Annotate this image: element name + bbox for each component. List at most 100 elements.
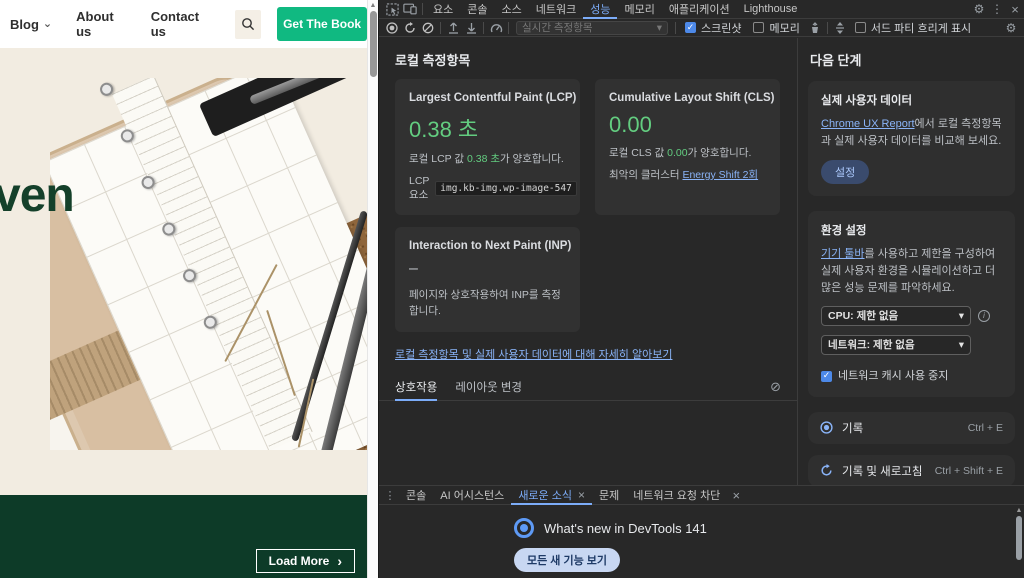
collect-garbage-icon[interactable] [806, 20, 824, 36]
hero-headline-fragment: ven [0, 168, 74, 223]
cls-cluster-link[interactable]: Energy Shift 2회 [682, 169, 758, 181]
devtools-drawer: ⋮ 콘솔 AI 어시스턴스 새로운 소식 × 문제 네트워크 요청 차단 × W… [379, 485, 1024, 578]
record-icon[interactable] [383, 20, 401, 36]
tab-interactions[interactable]: 상호작용 [395, 374, 437, 401]
environment-title: 환경 설정 [821, 223, 1002, 241]
nav-contact-label: Contact us [151, 9, 211, 39]
scroll-up-icon[interactable]: ▲ [1013, 505, 1024, 514]
network-throttle-value: 네트워크: 제한 없음 [828, 337, 915, 353]
next-steps-sidebar: 다음 단계 실제 사용자 데이터 Chrome UX Report에서 로컬 측… [797, 38, 1024, 485]
clear-icon[interactable] [419, 20, 437, 36]
record-button[interactable]: 기록 Ctrl + E [808, 412, 1015, 444]
record-reload-label: 기록 및 새로고침 [842, 463, 922, 479]
kebab-menu-icon[interactable]: ⋮ [988, 1, 1006, 17]
nav-about-label: About us [76, 9, 127, 39]
crux-link[interactable]: Chrome UX Report [821, 118, 915, 130]
inp-title: Interaction to Next Paint (INP) [409, 240, 566, 252]
drawer-tab-whats-new[interactable]: 새로운 소식 × [511, 486, 592, 505]
checkbox-checked-icon[interactable]: ✓ [821, 371, 832, 382]
whats-new-panel: What's new in DevTools 141 모든 새 기능 보기 ▲ [379, 505, 1024, 578]
drawer-tab-issues[interactable]: 문제 [592, 486, 626, 505]
tab-layout-shifts[interactable]: 레이아웃 변경 [455, 374, 522, 401]
checkbox-unchecked-icon[interactable] [855, 22, 866, 33]
disable-cache-checkbox[interactable]: ✓ 네트워크 캐시 사용 중지 [821, 368, 1002, 385]
clear-log-icon[interactable]: ⊘ [770, 379, 781, 395]
network-throttle-select[interactable]: 네트워크: 제한 없음 ▾ [821, 335, 971, 355]
close-drawer-icon[interactable]: × [727, 487, 745, 503]
record-label: 기록 [842, 420, 863, 436]
close-devtools-icon[interactable]: × [1006, 1, 1024, 17]
drawer-tab-network-blocking[interactable]: 네트워크 요청 차단 [626, 486, 727, 505]
inp-description: 페이지와 상호작용하여 INP를 측정합니다. [409, 288, 566, 320]
checkbox-checked-icon[interactable]: ✓ [685, 22, 696, 33]
search-button[interactable] [235, 10, 261, 39]
disable-cache-label: 네트워크 캐시 사용 중지 [838, 368, 948, 385]
field-data-card: 실제 사용자 데이터 Chrome UX Report에서 로컬 측정항목과 실… [808, 81, 1015, 196]
screenshots-checkbox[interactable]: ✓ 스크린샷 [685, 20, 741, 36]
learn-more-link[interactable]: 로컬 측정항목 및 실제 사용자 데이터에 대해 자세히 알아보기 [379, 332, 797, 362]
nav-item-blog[interactable]: Blog ⌄ [10, 17, 52, 32]
get-the-book-button[interactable]: Get The Book [277, 7, 367, 41]
devtools-panel: 요소 콘솔 소스 네트워크 성능 메모리 애플리케이션 Lighthouse ⚙… [378, 0, 1024, 578]
cpu-throttle-value: CPU: 제한 없음 [828, 308, 898, 324]
see-all-features-button[interactable]: 모든 새 기능 보기 [514, 548, 620, 572]
scroll-up-icon[interactable]: ▲ [368, 0, 378, 9]
device-toolbar-link[interactable]: 기기 툴바 [821, 248, 865, 260]
tab-lighthouse[interactable]: Lighthouse [737, 0, 805, 19]
inp-card: Interaction to Next Paint (INP) – 페이지와 상… [395, 227, 580, 333]
panel-settings-gear-icon[interactable]: ⚙ [1002, 20, 1020, 36]
memory-checkbox[interactable]: 메모리 [753, 20, 799, 36]
save-profile-icon[interactable] [462, 20, 480, 36]
device-toolbar-icon[interactable] [401, 1, 419, 17]
record-reload-icon[interactable] [401, 20, 419, 36]
drawer-tabbar: ⋮ 콘솔 AI 어시스턴스 새로운 소식 × 문제 네트워크 요청 차단 × [379, 486, 1024, 505]
record-shortcut: Ctrl + E [968, 422, 1003, 434]
network-throttle-row: 네트워크: 제한 없음 ▾ [821, 335, 1002, 355]
lcp-element-label: LCP 요소 [409, 175, 429, 202]
live-metrics-icon[interactable] [487, 20, 505, 36]
lcp-element-link[interactable]: img.kb-img.wp-image-547 [435, 181, 577, 196]
record-reload-button[interactable]: 기록 및 새로고침 Ctrl + Shift + E [808, 455, 1015, 485]
field-data-text: Chrome UX Report에서 로컬 측정항목과 실제 사용자 데이터를 … [821, 118, 1002, 147]
page-scrollbar[interactable]: ▲ [367, 0, 378, 578]
tab-performance[interactable]: 성능 [583, 0, 617, 19]
cls-title: Cumulative Layout Shift (CLS) [609, 92, 766, 104]
tab-elements[interactable]: 요소 [426, 0, 460, 19]
info-icon[interactable]: i [978, 310, 990, 322]
devtools-tabbar: 요소 콘솔 소스 네트워크 성능 메모리 애플리케이션 Lighthouse ⚙… [379, 0, 1024, 19]
tab-application[interactable]: 애플리케이션 [662, 0, 737, 19]
nav-item-about[interactable]: About us [76, 9, 127, 39]
load-more-button[interactable]: Load More › [256, 549, 355, 573]
lcp-title: Largest Contentful Paint (LCP) [409, 92, 566, 104]
local-metrics-panel: 로컬 측정항목 Largest Contentful Paint (LCP) 0… [379, 38, 797, 485]
tab-sources[interactable]: 소스 [495, 0, 529, 19]
scrollbar-thumb[interactable] [370, 11, 377, 77]
checkbox-unchecked-icon[interactable] [753, 22, 764, 33]
expand-collapse-icon[interactable] [831, 20, 849, 36]
inspect-element-icon[interactable] [383, 1, 401, 17]
field-setup-button[interactable]: 설정 [821, 160, 869, 184]
load-profile-icon[interactable] [444, 20, 462, 36]
screenshots-label: 스크린샷 [701, 20, 741, 36]
site-footer: Load More › [0, 495, 367, 578]
lcp-card: Largest Contentful Paint (LCP) 0.38 초 로컬… [395, 79, 580, 215]
scrollbar-thumb[interactable] [1016, 516, 1022, 560]
cpu-throttle-select[interactable]: CPU: 제한 없음 ▾ [821, 306, 971, 326]
drawer-kebab-icon[interactable]: ⋮ [381, 487, 399, 503]
inp-value: – [409, 260, 566, 278]
drawer-tab-ai-assistance[interactable]: AI 어시스턴스 [433, 486, 511, 505]
nav-blog-label: Blog [10, 17, 39, 32]
live-metrics-select[interactable]: 실시간 측정항목 ▾ [516, 21, 668, 35]
tab-memory[interactable]: 메모리 [617, 0, 661, 19]
nav-item-contact[interactable]: Contact us [151, 9, 211, 39]
site-header: Blog ⌄ About us Contact us Get The Book [0, 0, 367, 48]
divider [422, 3, 423, 15]
drawer-tab-console[interactable]: 콘솔 [399, 486, 433, 505]
close-tab-icon[interactable]: × [578, 488, 585, 502]
tab-console[interactable]: 콘솔 [460, 0, 494, 19]
third-party-checkbox[interactable]: 서드 파티 흐리게 표시 [855, 20, 971, 36]
settings-gear-icon[interactable]: ⚙ [970, 1, 988, 17]
cls-inline-value: 0.00 [667, 147, 687, 159]
drawer-scrollbar[interactable]: ▲ [1013, 505, 1024, 578]
tab-network[interactable]: 네트워크 [529, 0, 583, 19]
